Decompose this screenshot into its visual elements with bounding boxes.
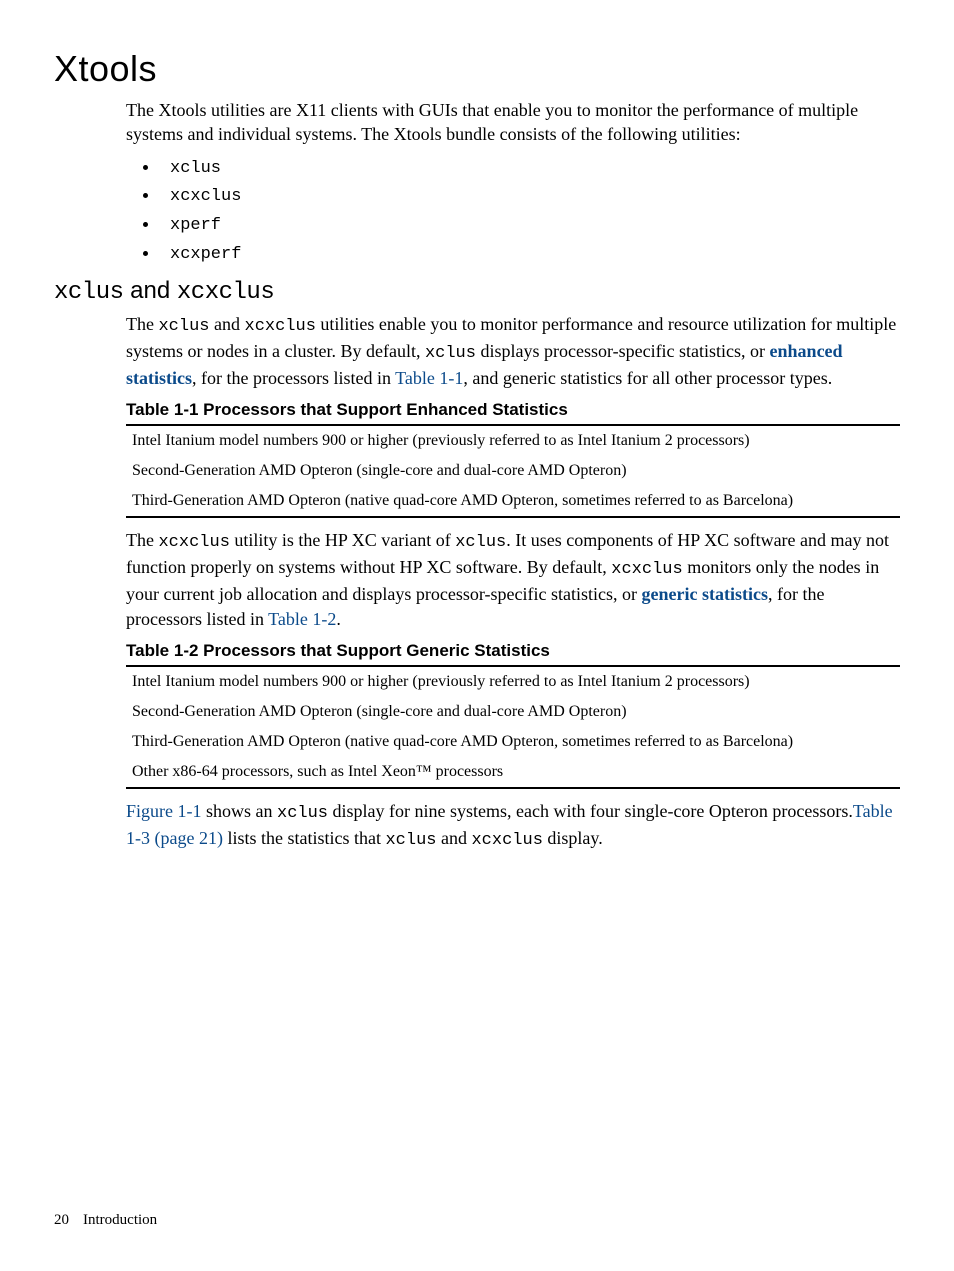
xref-link[interactable]: Table 1-1	[395, 368, 463, 388]
paragraph: The xclus and xcxclus utilities enable y…	[126, 312, 900, 390]
code-inline: xclus	[385, 831, 436, 850]
table-cell: Intel Itanium model numbers 900 or highe…	[126, 425, 900, 456]
table-row: Third-Generation AMD Opteron (native qua…	[126, 727, 900, 757]
utility-list: xclus xcxclus xperf xcxperf	[126, 153, 900, 268]
page-number: 20	[54, 1212, 69, 1228]
table-row: Other x86-64 processors, such as Intel X…	[126, 757, 900, 788]
table-cell: Second-Generation AMD Opteron (single-co…	[126, 697, 900, 727]
code-inline: xcxclus	[158, 533, 229, 552]
page: Xtools The Xtools utilities are X11 clie…	[0, 0, 954, 1271]
table-cell: Intel Itanium model numbers 900 or highe…	[126, 666, 900, 697]
utility-name: xcxclus	[170, 187, 241, 206]
chapter-name: Introduction	[83, 1212, 157, 1228]
table-row: Second-Generation AMD Opteron (single-co…	[126, 697, 900, 727]
table-enhanced-statistics: Intel Itanium model numbers 900 or highe…	[126, 424, 900, 518]
code-inline: xclus	[425, 344, 476, 363]
intro-paragraph: The Xtools utilities are X11 clients wit…	[126, 98, 900, 147]
heading-conj: and	[124, 277, 177, 304]
table-generic-statistics: Intel Itanium model numbers 900 or highe…	[126, 665, 900, 789]
list-item: xperf	[160, 210, 900, 239]
code-inline: xclus	[455, 533, 506, 552]
table-cell: Other x86-64 processors, such as Intel X…	[126, 757, 900, 788]
heading-code: xcxclus	[177, 279, 274, 306]
xref-link[interactable]: Figure 1-1	[126, 801, 202, 821]
table-caption: Table 1-2 Processors that Support Generi…	[126, 641, 900, 661]
table-row: Intel Itanium model numbers 900 or highe…	[126, 425, 900, 456]
table-cell: Third-Generation AMD Opteron (native qua…	[126, 486, 900, 517]
section-heading: Xtools	[54, 48, 900, 90]
table-cell: Third-Generation AMD Opteron (native qua…	[126, 727, 900, 757]
table-row: Second-Generation AMD Opteron (single-co…	[126, 456, 900, 486]
list-item: xclus	[160, 153, 900, 182]
list-item: xcxclus	[160, 181, 900, 210]
paragraph: Figure 1-1 shows an xclus display for ni…	[126, 799, 900, 853]
list-item: xcxperf	[160, 239, 900, 268]
subsection-body: The xclus and xcxclus utilities enable y…	[126, 312, 900, 853]
utility-name: xcxperf	[170, 245, 241, 264]
utility-name: xclus	[170, 159, 221, 178]
intro-block: The Xtools utilities are X11 clients wit…	[126, 98, 900, 267]
page-footer: 20 Introduction	[54, 1212, 157, 1229]
paragraph: The xcxclus utility is the HP XC variant…	[126, 528, 900, 630]
table-cell: Second-Generation AMD Opteron (single-co…	[126, 456, 900, 486]
table-caption: Table 1-1 Processors that Support Enhanc…	[126, 400, 900, 420]
heading-code: xclus	[54, 279, 124, 306]
code-inline: xcxclus	[611, 560, 682, 579]
table-row: Third-Generation AMD Opteron (native qua…	[126, 486, 900, 517]
code-inline: xclus	[158, 317, 209, 336]
code-inline: xclus	[277, 804, 328, 823]
subsection-heading: xclus and xcxclus	[54, 277, 900, 306]
code-inline: xcxclus	[471, 831, 542, 850]
glossary-link[interactable]: generic statistics	[642, 584, 768, 604]
utility-name: xperf	[170, 216, 221, 235]
code-inline: xcxclus	[245, 317, 316, 336]
table-row: Intel Itanium model numbers 900 or highe…	[126, 666, 900, 697]
xref-link[interactable]: Table 1-2	[268, 609, 336, 629]
